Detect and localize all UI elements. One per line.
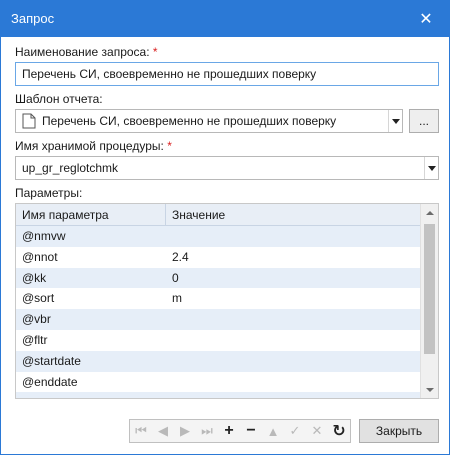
grid-rows: @nmvw @nnot 2.4 @kk 0 @sort m @vbr @fltr [16, 226, 420, 398]
table-row[interactable]: @nnot 2.4 [16, 246, 420, 268]
scrollbar-thumb[interactable] [424, 224, 435, 354]
scroll-down-icon[interactable] [421, 381, 438, 398]
table-row[interactable]: @enddate [16, 371, 420, 393]
param-name-cell[interactable]: @fltr [16, 330, 48, 351]
table-row[interactable]: @kk 0 [16, 267, 420, 289]
param-value-cell[interactable] [166, 330, 172, 351]
param-name-cell[interactable]: @vbr [16, 309, 51, 330]
stored-procedure-label: Имя хранимой процедуры: * [15, 139, 172, 153]
title-bar: Запрос ✕ [1, 1, 449, 37]
parameters-label: Параметры: [15, 186, 83, 200]
table-row[interactable]: @vbr [16, 309, 420, 330]
grid-header: Имя параметра Значение [16, 204, 420, 226]
close-icon[interactable]: ✕ [403, 1, 449, 37]
param-name-cell[interactable]: @sort [16, 288, 54, 309]
template-browse-button[interactable]: ... [409, 109, 439, 133]
required-marker: * [152, 45, 158, 59]
delete-record-icon[interactable]: − [240, 420, 262, 442]
chevron-down-icon[interactable] [388, 110, 402, 132]
column-header-name[interactable]: Имя параметра [16, 204, 166, 226]
param-value-cell[interactable] [166, 226, 172, 247]
param-value-cell[interactable]: 2.4 [166, 247, 189, 268]
param-value-cell[interactable] [166, 351, 172, 372]
column-header-value[interactable]: Значение [166, 204, 420, 226]
move-up-icon[interactable]: ▲ [262, 420, 284, 442]
document-icon [22, 113, 36, 129]
record-navigator: ⏮ ◀ ▶ ⏭ + − ▲ ✓ ✕ ↻ [129, 419, 351, 443]
report-template-label: Шаблон отчета: [15, 92, 103, 106]
chevron-down-icon[interactable] [424, 157, 438, 179]
param-name-cell[interactable]: @nmvw [16, 226, 66, 247]
first-record-icon[interactable]: ⏮ [130, 420, 152, 442]
refresh-icon[interactable]: ↻ [328, 420, 350, 442]
close-button[interactable]: Закрыть [359, 419, 439, 443]
table-row-partial [16, 392, 420, 398]
next-page-icon[interactable]: ▶ [174, 420, 196, 442]
cancel-edit-icon[interactable]: ✕ [306, 420, 328, 442]
query-name-input[interactable]: Перечень СИ, своевременно не прошедших п… [15, 62, 439, 86]
param-name-cell[interactable]: @nnot [16, 247, 58, 268]
confirm-icon[interactable]: ✓ [284, 420, 306, 442]
param-value-cell[interactable]: m [166, 288, 182, 309]
last-record-icon[interactable]: ⏭ [196, 420, 218, 442]
report-template-select[interactable]: Перечень СИ, своевременно не прошедших п… [15, 109, 403, 133]
table-row[interactable]: @nmvw [16, 226, 420, 247]
grid-scrollbar[interactable] [420, 204, 438, 398]
table-row[interactable]: @sort m [16, 288, 420, 310]
param-value-cell[interactable] [166, 372, 172, 393]
table-row[interactable]: @fltr [16, 329, 420, 351]
table-row[interactable]: @startdate [16, 350, 420, 372]
parameters-grid: Имя параметра Значение @nmvw @nnot 2.4 @… [15, 203, 439, 399]
scroll-up-icon[interactable] [421, 204, 438, 221]
window-title: Запрос [11, 11, 55, 26]
stored-procedure-select[interactable]: up_gr_reglotchmk [15, 156, 439, 180]
param-name-cell[interactable]: @kk [16, 268, 46, 289]
param-value-cell[interactable] [166, 309, 172, 330]
param-name-cell[interactable]: @startdate [16, 351, 81, 372]
add-record-icon[interactable]: + [218, 420, 240, 442]
query-dialog: Запрос ✕ Наименование запроса: * Перечен… [0, 0, 450, 455]
param-name-cell[interactable]: @enddate [16, 372, 78, 393]
param-value-cell[interactable]: 0 [166, 268, 179, 289]
required-marker: * [167, 139, 172, 153]
query-name-label: Наименование запроса: * [15, 45, 158, 59]
prev-page-icon[interactable]: ◀ [152, 420, 174, 442]
